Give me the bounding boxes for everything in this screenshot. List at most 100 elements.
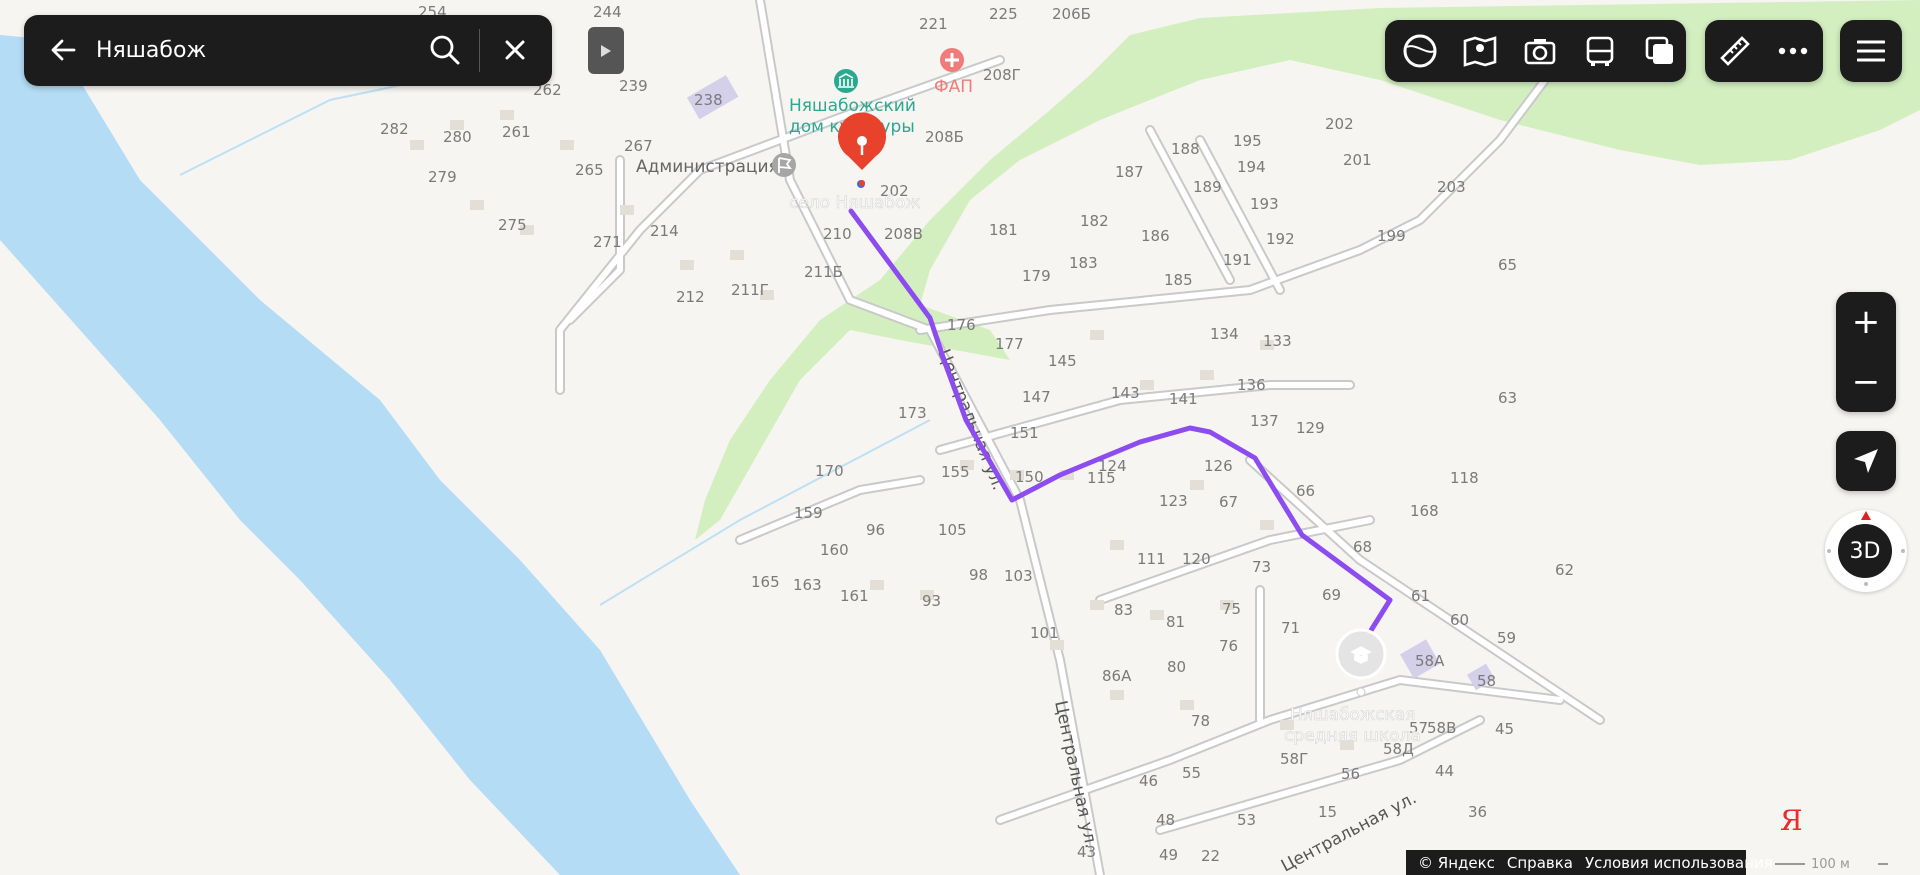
house-number: 211Б	[804, 263, 843, 281]
house-number: 141	[1169, 390, 1198, 408]
house-number: 49	[1159, 846, 1178, 864]
culture-house-label-line1: Няшабожский	[789, 96, 916, 116]
house-number: 76	[1219, 637, 1238, 655]
house-number: 155	[941, 463, 970, 481]
house-number: 46	[1139, 772, 1158, 790]
house-number: 203	[1437, 178, 1466, 196]
panorama-button[interactable]	[1510, 21, 1570, 81]
house-number: 53	[1237, 811, 1256, 829]
three-d-button[interactable]: 3D	[1838, 524, 1892, 578]
layers-button[interactable]	[1630, 21, 1690, 81]
play-icon	[601, 44, 611, 57]
house-number: 165	[751, 573, 780, 591]
house-number: 145	[1048, 352, 1077, 370]
house-number: 98	[969, 566, 988, 584]
house-number: 136	[1237, 376, 1266, 394]
fap-label: ФАП	[934, 77, 973, 97]
house-number: 194	[1237, 158, 1266, 176]
zoom-in-button[interactable]: +	[1836, 292, 1896, 352]
house-number: 189	[1193, 178, 1222, 196]
house-number: 151	[1010, 424, 1039, 442]
zoom-out-button[interactable]: −	[1836, 352, 1896, 412]
layer-mode-button[interactable]	[1390, 21, 1450, 81]
house-number: 126	[1204, 457, 1233, 475]
house-number: 279	[428, 168, 457, 186]
attribution-bar: © Яндекс Справка Условия использования	[1406, 850, 1773, 875]
house-number: 118	[1450, 469, 1479, 487]
clear-button[interactable]	[490, 25, 540, 75]
traffic-button[interactable]	[1450, 21, 1510, 81]
close-icon	[505, 40, 525, 60]
transport-button[interactable]	[1570, 21, 1630, 81]
search-button[interactable]	[420, 25, 470, 75]
house-number: 208Г	[983, 66, 1021, 84]
house-number: 177	[995, 335, 1024, 353]
ruler-icon	[1720, 36, 1750, 66]
menu-button[interactable]	[1840, 20, 1902, 82]
help-link[interactable]: Справка	[1507, 854, 1573, 872]
house-number: 44	[1435, 762, 1454, 780]
house-number: 137	[1250, 412, 1279, 430]
ruler-button[interactable]	[1705, 21, 1765, 81]
my-location-button[interactable]	[1836, 431, 1896, 491]
house-number: 63	[1498, 389, 1517, 407]
house-number: 161	[840, 587, 869, 605]
house-number: 275	[498, 216, 527, 234]
house-number: 267	[624, 137, 653, 155]
school-label-line1: Няшабожская	[1290, 705, 1415, 725]
house-number: 185	[1164, 271, 1193, 289]
house-number: 187	[1115, 163, 1144, 181]
house-number: 159	[794, 504, 823, 522]
flag-icon[interactable]	[772, 153, 796, 177]
map-book-icon	[1463, 36, 1497, 67]
house-number: 221	[919, 15, 948, 33]
more-button[interactable]	[1763, 21, 1823, 81]
house-number: 193	[1250, 195, 1279, 213]
yandex-logo[interactable]: Я	[1780, 804, 1803, 837]
house-number: 202	[1325, 115, 1354, 133]
back-button[interactable]	[38, 25, 88, 75]
house-number: 195	[1233, 132, 1262, 150]
map-canvas[interactable]: 254 244 221 225 206Б 262 239 238 208Г 28…	[0, 0, 1920, 875]
house-number: 62	[1555, 561, 1574, 579]
museum-icon[interactable]	[834, 69, 858, 93]
house-number: 67	[1219, 493, 1238, 511]
search-icon	[430, 35, 460, 65]
layers-icon	[1645, 36, 1673, 64]
house-number: 134	[1210, 325, 1239, 343]
house-number: 163	[793, 576, 822, 594]
house-number: 179	[1022, 267, 1051, 285]
hamburger-menu-icon	[1857, 40, 1885, 62]
terms-link[interactable]: Условия использования	[1585, 854, 1773, 872]
copyright-link[interactable]: © Яндекс	[1418, 854, 1495, 872]
house-number: 173	[898, 404, 927, 422]
house-number: 45	[1495, 720, 1514, 738]
house-number: 71	[1281, 619, 1300, 637]
divider	[479, 29, 480, 72]
house-number: 239	[619, 77, 648, 95]
house-number: 111	[1137, 550, 1166, 568]
house-number: 86А	[1102, 667, 1132, 685]
panel-toggle-button[interactable]	[588, 27, 624, 74]
house-number: 65	[1498, 256, 1517, 274]
bus-icon	[1586, 36, 1614, 66]
more-dots-icon	[1778, 47, 1808, 55]
administration-label: Администрация	[636, 157, 779, 177]
house-number: 73	[1252, 558, 1271, 576]
house-number: 261	[502, 123, 531, 141]
house-number: 59	[1497, 629, 1516, 647]
house-number: 120	[1182, 550, 1211, 568]
house-number: 147	[1022, 388, 1051, 406]
scale-label: 100 м	[1811, 857, 1850, 872]
house-number: 206Б	[1052, 5, 1091, 23]
house-number: 186	[1141, 227, 1170, 245]
compass-control[interactable]: 3D	[1825, 510, 1907, 592]
house-number: 192	[1266, 230, 1295, 248]
house-number: 170	[815, 462, 844, 480]
layers-toolbar	[1385, 20, 1686, 82]
house-number: 280	[443, 128, 472, 146]
medical-cross-icon[interactable]	[940, 48, 964, 72]
house-number: 271	[593, 233, 622, 251]
search-input[interactable]: Няшабож	[96, 15, 206, 86]
house-number: 81	[1166, 613, 1185, 631]
